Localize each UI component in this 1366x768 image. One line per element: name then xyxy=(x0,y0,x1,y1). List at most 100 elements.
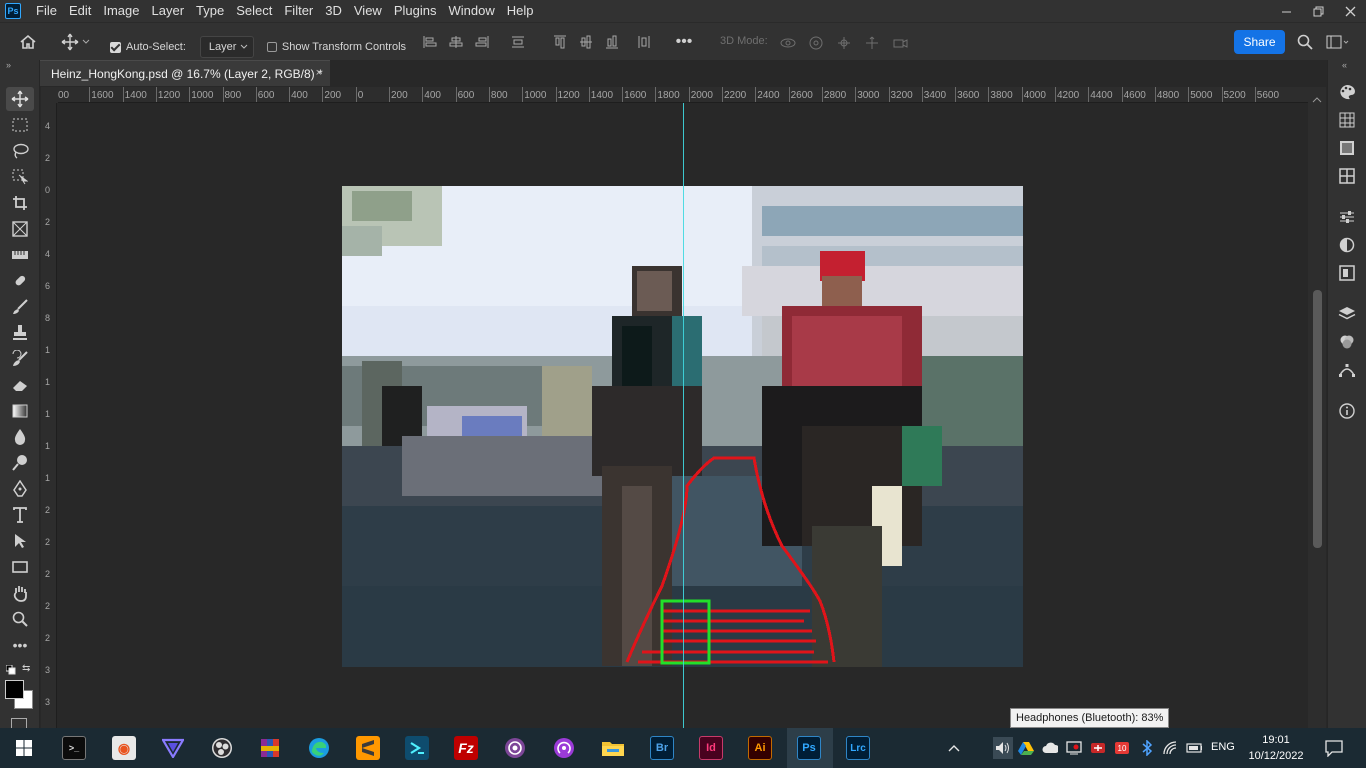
blur-tool[interactable] xyxy=(6,425,34,449)
photoshop-taskbar-icon[interactable]: Ps xyxy=(797,736,821,760)
crop-tool[interactable] xyxy=(6,191,34,215)
distribute-icon[interactable] xyxy=(508,32,528,52)
bridge-icon[interactable]: Br xyxy=(650,736,674,760)
gradient-tool[interactable] xyxy=(6,399,34,423)
menu-view[interactable]: View xyxy=(348,0,388,22)
illustrator-icon[interactable]: Ai xyxy=(748,736,772,760)
brush-tool[interactable] xyxy=(6,295,34,319)
patterns-panel-button[interactable] xyxy=(1337,166,1357,186)
move-tool[interactable] xyxy=(6,87,34,111)
powershell-icon[interactable] xyxy=(405,736,429,760)
libraries-panel-button[interactable] xyxy=(1337,263,1357,283)
object-selection-tool[interactable] xyxy=(6,165,34,189)
menu-image[interactable]: Image xyxy=(97,0,145,22)
paths-panel-button[interactable] xyxy=(1337,360,1357,380)
align-top-icon[interactable] xyxy=(550,32,570,52)
ubuntu-icon[interactable]: ◉ xyxy=(112,736,136,760)
input-language[interactable]: ENG xyxy=(1211,741,1235,753)
dodge-tool[interactable] xyxy=(6,451,34,475)
adjustments-panel-button[interactable] xyxy=(1337,235,1357,255)
align-left-icon[interactable] xyxy=(420,32,440,52)
sublime-text-icon[interactable] xyxy=(356,736,380,760)
vertical-guide[interactable] xyxy=(683,103,684,728)
notifications-badge-icon[interactable]: 10 xyxy=(1114,741,1130,755)
slide-3d-icon[interactable] xyxy=(862,33,882,53)
auto-select-checkbox[interactable] xyxy=(110,41,121,53)
google-drive-icon[interactable] xyxy=(1018,741,1034,755)
close-document-icon[interactable]: × xyxy=(316,67,322,79)
distribute-v-icon[interactable] xyxy=(634,32,654,52)
edge-icon[interactable] xyxy=(307,736,331,760)
align-center-v-icon[interactable] xyxy=(576,32,596,52)
menu-select[interactable]: Select xyxy=(230,0,278,22)
scroll-up-icon[interactable] xyxy=(1312,91,1322,106)
document-tab[interactable]: Heinz_HongKong.psd @ 16.7% (Layer 2, RGB… xyxy=(40,60,330,86)
vpn-icon[interactable] xyxy=(161,736,185,760)
podcast-icon[interactable] xyxy=(552,736,576,760)
color-panel-button[interactable] xyxy=(1337,82,1357,102)
foreground-color-swatch[interactable] xyxy=(5,680,24,699)
pan-3d-icon[interactable] xyxy=(834,33,854,53)
swap-colors-icon[interactable]: ⇆ xyxy=(22,663,30,674)
start-button[interactable] xyxy=(12,736,36,760)
pen-tool[interactable] xyxy=(6,477,34,501)
channels-panel-button[interactable] xyxy=(1337,332,1357,352)
menu-edit[interactable]: Edit xyxy=(63,0,97,22)
ruler-tool[interactable] xyxy=(6,243,34,267)
collapse-toolbar-icon[interactable]: » xyxy=(6,60,11,70)
frame-tool[interactable] xyxy=(6,217,34,241)
restore-button[interactable] xyxy=(1302,0,1334,22)
horizontal-ruler[interactable]: 00 1600 1400 1200 1000 800 600 400 200 0 200 400 600… xyxy=(58,87,1308,103)
vertical-ruler[interactable]: 4 2 0 2 4 6 8 1 1 1 1 1 2 2 2 2 2 3 3 xyxy=(41,103,57,728)
lightroom-classic-icon[interactable]: Lrc xyxy=(846,736,870,760)
home-button[interactable] xyxy=(17,32,39,52)
share-button[interactable]: Share xyxy=(1234,30,1285,54)
bluetooth-icon[interactable] xyxy=(1139,740,1155,756)
menu-help[interactable]: Help xyxy=(501,0,540,22)
wifi-icon[interactable] xyxy=(1163,741,1179,755)
swatches-panel-button[interactable] xyxy=(1337,110,1357,130)
terminal-icon[interactable]: >_ xyxy=(62,736,86,760)
search-button[interactable] xyxy=(1296,33,1314,51)
vertical-scrollbar[interactable] xyxy=(1308,87,1326,728)
rectangle-tool[interactable] xyxy=(6,555,34,579)
show-hidden-icons[interactable] xyxy=(946,741,962,755)
battery-icon[interactable] xyxy=(1186,741,1202,755)
hand-tool[interactable] xyxy=(6,581,34,605)
close-window-button[interactable] xyxy=(1334,0,1366,22)
layers-panel-button[interactable] xyxy=(1337,304,1357,324)
menu-3d[interactable]: 3D xyxy=(319,0,348,22)
clone-stamp-tool[interactable] xyxy=(6,321,34,345)
notification-center-icon[interactable] xyxy=(1324,738,1344,758)
tor-icon[interactable] xyxy=(503,736,527,760)
scale-3d-icon[interactable] xyxy=(890,33,910,53)
volume-icon[interactable] xyxy=(993,737,1013,759)
roll-3d-icon[interactable] xyxy=(806,33,826,53)
orbit-3d-icon[interactable] xyxy=(778,33,798,53)
edit-toolbar-button[interactable]: ••• xyxy=(6,633,34,657)
default-colors-icon[interactable] xyxy=(5,663,16,678)
menu-plugins[interactable]: Plugins xyxy=(388,0,443,22)
collapse-panels-icon[interactable]: « xyxy=(1342,60,1347,70)
file-explorer-icon[interactable] xyxy=(601,736,625,760)
align-center-h-icon[interactable] xyxy=(446,32,466,52)
history-brush-tool[interactable] xyxy=(6,347,34,371)
menu-file[interactable]: File xyxy=(30,0,63,22)
align-bottom-icon[interactable] xyxy=(602,32,622,52)
onedrive-icon[interactable] xyxy=(1042,741,1058,755)
menu-type[interactable]: Type xyxy=(190,0,230,22)
marquee-tool[interactable] xyxy=(6,113,34,137)
type-tool[interactable] xyxy=(6,503,34,527)
eraser-tool[interactable] xyxy=(6,373,34,397)
lasso-tool[interactable] xyxy=(6,139,34,163)
info-panel-button[interactable] xyxy=(1337,401,1357,421)
scroll-thumb[interactable] xyxy=(1313,290,1322,548)
move-tool-preset-picker[interactable] xyxy=(58,32,94,52)
show-transform-checkbox[interactable] xyxy=(266,42,277,52)
monitor-icon[interactable] xyxy=(1066,741,1082,755)
align-right-icon[interactable] xyxy=(472,32,492,52)
gradients-panel-button[interactable] xyxy=(1337,138,1357,158)
ruler-origin[interactable] xyxy=(41,87,58,103)
menu-layer[interactable]: Layer xyxy=(146,0,191,22)
zoom-tool[interactable] xyxy=(6,607,34,631)
